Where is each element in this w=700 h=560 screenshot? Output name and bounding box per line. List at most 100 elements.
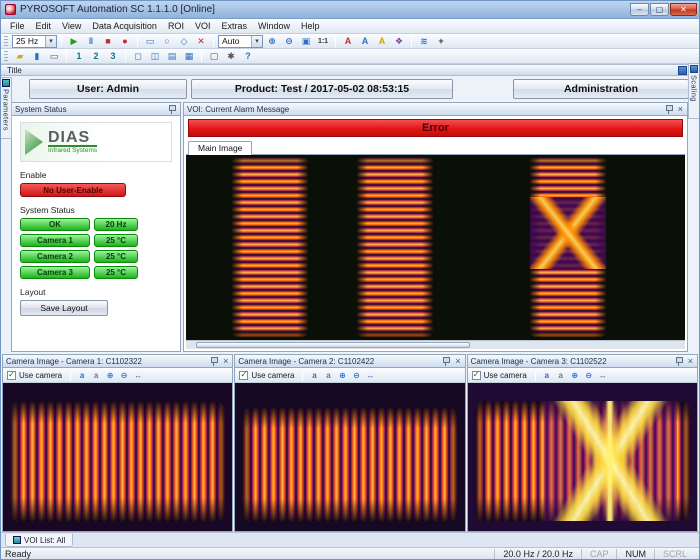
roi-ellipse-icon[interactable]: ○ <box>159 35 175 48</box>
image-scrollbar[interactable] <box>186 340 685 349</box>
scaling-tab[interactable]: Scaling <box>688 63 699 119</box>
layout-rows-icon[interactable]: ▤ <box>164 50 180 63</box>
frequency-combo[interactable]: 25 Hz ▾ <box>12 35 57 48</box>
layout-grid-icon[interactable]: ▦ <box>181 50 197 63</box>
use-camera-checkbox[interactable]: ✓ <box>472 371 481 380</box>
zoom-in-icon[interactable]: ⊕ <box>569 369 581 381</box>
camera-3-header: Camera Image - Camera 3: C1102522 × <box>468 355 697 368</box>
title-panel-button[interactable] <box>678 66 687 75</box>
roi-polygon-icon[interactable]: ◇ <box>176 35 192 48</box>
palette-icon[interactable]: ❖ <box>391 35 407 48</box>
pause-acquisition-icon[interactable]: ‖ <box>83 35 99 48</box>
camera-3-temp-badge: 25 °C <box>94 266 138 279</box>
close-icon[interactable]: × <box>687 357 694 366</box>
camera-3-thermal-image[interactable] <box>468 383 697 531</box>
status-frequency: 20.0 Hz / 20.0 Hz <box>494 549 581 559</box>
header-row: User: Admin Product: Test / 2017-05-02 0… <box>1 76 699 102</box>
pin-icon[interactable] <box>674 356 684 367</box>
record-icon[interactable]: ● <box>117 35 133 48</box>
auto-scale-icon[interactable]: a <box>76 369 88 381</box>
auto-scale-icon[interactable]: a <box>541 369 553 381</box>
camera-1-icon[interactable]: 1 <box>71 50 87 63</box>
pin-icon[interactable] <box>167 104 177 115</box>
menu-window[interactable]: Window <box>253 20 295 32</box>
zoom-in-icon[interactable]: ⊕ <box>104 369 116 381</box>
close-icon[interactable]: × <box>222 357 229 366</box>
fixed-scale-icon[interactable]: a <box>555 369 567 381</box>
font-color-red-icon[interactable]: A <box>340 35 356 48</box>
layout-split-icon[interactable]: ◫ <box>147 50 163 63</box>
isotherm-icon[interactable]: ≋ <box>416 35 432 48</box>
voi-list-tab[interactable]: VOI List: All <box>5 534 73 547</box>
pan-icon[interactable]: ↔ <box>132 369 144 381</box>
zoom-out-icon[interactable]: ⊖ <box>583 369 595 381</box>
parameters-tab[interactable]: Parameters <box>1 77 12 139</box>
pin-icon[interactable] <box>209 356 219 367</box>
user-enable-button[interactable]: No User-Enable <box>20 183 126 197</box>
pin-icon[interactable] <box>664 104 674 115</box>
fixed-scale-icon[interactable]: a <box>90 369 102 381</box>
fixed-scale-icon[interactable]: a <box>322 369 334 381</box>
fullscreen-icon[interactable]: ▢ <box>206 50 222 63</box>
panel-title: Camera Image - Camera 3: C1102522 <box>471 357 671 366</box>
use-camera-checkbox[interactable]: ✓ <box>7 371 16 380</box>
font-color-yellow-icon[interactable]: A <box>374 35 390 48</box>
crosshair-icon[interactable]: + <box>433 35 449 48</box>
maximize-button[interactable]: ▢ <box>650 3 669 16</box>
zoom-100-icon[interactable]: 1:1 <box>315 35 331 48</box>
close-icon[interactable]: × <box>677 105 684 114</box>
menu-view[interactable]: View <box>57 20 86 32</box>
roi-delete-icon[interactable]: ✕ <box>193 35 209 48</box>
close-icon[interactable]: × <box>454 357 461 366</box>
user-button[interactable]: User: Admin <box>29 79 187 99</box>
menu-file[interactable]: File <box>5 20 30 32</box>
zoom-out-icon[interactable]: ⊖ <box>350 369 362 381</box>
scrollbar-thumb[interactable] <box>196 342 470 348</box>
roi-rectangle-icon[interactable]: ▭ <box>142 35 158 48</box>
settings-icon[interactable]: ✱ <box>223 50 239 63</box>
pan-icon[interactable]: ↔ <box>364 369 376 381</box>
tab-main-image[interactable]: Main Image <box>188 141 252 155</box>
menubar: File Edit View Data Acquisition ROI VOI … <box>1 19 699 34</box>
main-thermal-image[interactable] <box>186 155 685 349</box>
save-icon[interactable]: ▮ <box>29 50 45 63</box>
administration-button[interactable]: Administration <box>513 79 689 99</box>
menu-roi[interactable]: ROI <box>163 20 189 32</box>
toolbar-grip[interactable] <box>4 36 8 47</box>
menu-extras[interactable]: Extras <box>216 20 252 32</box>
product-button[interactable]: Product: Test / 2017-05-02 08:53:15 <box>191 79 453 99</box>
use-camera-checkbox[interactable]: ✓ <box>239 371 248 380</box>
print-icon[interactable]: ▭ <box>46 50 62 63</box>
toolbar-grip[interactable] <box>4 51 8 62</box>
camera-1-thermal-image[interactable] <box>3 383 232 531</box>
titlebar[interactable]: PYROSOFT Automation SC 1.1.1.0 [Online] … <box>1 1 699 19</box>
menu-edit[interactable]: Edit <box>31 20 57 32</box>
camera-2-icon[interactable]: 2 <box>88 50 104 63</box>
open-icon[interactable]: ▰ <box>12 50 28 63</box>
zoom-in-icon[interactable]: ⊕ <box>264 35 280 48</box>
font-color-blue-icon[interactable]: A <box>357 35 373 48</box>
save-layout-button[interactable]: Save Layout <box>20 300 108 316</box>
zoom-fit-icon[interactable]: ▣ <box>298 35 314 48</box>
camera-3-icon[interactable]: 3 <box>105 50 121 63</box>
pin-icon[interactable] <box>441 356 451 367</box>
close-button[interactable]: ✕ <box>670 3 697 16</box>
menu-voi[interactable]: VOI <box>190 20 216 32</box>
zoom-out-icon[interactable]: ⊖ <box>281 35 297 48</box>
minimize-button[interactable]: – <box>630 3 649 16</box>
camera-2-thermal-image[interactable] <box>235 383 464 531</box>
zoom-mode-combo[interactable]: Auto ▾ <box>218 35 263 48</box>
alarm-panel-header: VOI: Current Alarm Message × <box>184 103 687 116</box>
dias-logo-title: DIAS <box>48 130 97 147</box>
zoom-out-icon[interactable]: ⊖ <box>118 369 130 381</box>
menu-help[interactable]: Help <box>296 20 325 32</box>
menu-data-acquisition[interactable]: Data Acquisition <box>87 20 162 32</box>
layout-single-icon[interactable]: ◻ <box>130 50 146 63</box>
start-acquisition-icon[interactable]: ▶ <box>66 35 82 48</box>
pan-icon[interactable]: ↔ <box>597 369 609 381</box>
stop-acquisition-icon[interactable]: ■ <box>100 35 116 48</box>
help-icon[interactable]: ? <box>240 50 256 63</box>
auto-scale-icon[interactable]: a <box>308 369 320 381</box>
zoom-mode-value: Auto <box>219 36 251 46</box>
zoom-in-icon[interactable]: ⊕ <box>336 369 348 381</box>
